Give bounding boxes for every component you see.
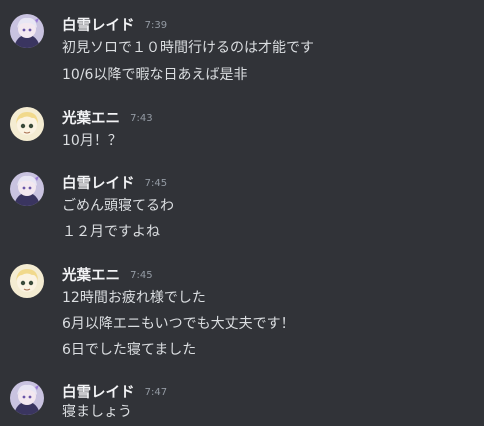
message-header: 光葉エニ 7:43 (62, 107, 153, 127)
message-header: 白雪レイド 7:45 (62, 172, 167, 192)
avatar[interactable] (10, 107, 44, 141)
timestamp[interactable]: 7:45 (145, 178, 167, 189)
timestamp[interactable]: 7:47 (145, 387, 167, 398)
avatar[interactable] (10, 172, 44, 206)
timestamp[interactable]: 7:39 (145, 20, 167, 31)
timestamp[interactable]: 7:45 (130, 270, 152, 281)
blonde-cream-avatar-icon (10, 107, 44, 141)
message-text: 初見ソロで１０時間行けるのは才能です (62, 40, 314, 56)
message-text: 6日でした寝てました (62, 342, 197, 358)
message-text: 10/6以降で暇な日あえば是非 (62, 67, 248, 83)
message-header: 白雪レイド 7:39 (62, 14, 167, 34)
avatar[interactable] (10, 381, 44, 415)
message-header: 光葉エニ 7:45 (62, 264, 153, 284)
username[interactable]: 白雪レイド (62, 385, 135, 401)
message-text: 寝ましょう (62, 404, 132, 420)
message-text: ごめん頭寝てるわ (62, 198, 174, 214)
white-haired-purple-avatar-icon (10, 14, 44, 48)
message-text: 6月以降エニもいつでも大丈夫です！ (62, 316, 295, 332)
avatar[interactable] (10, 14, 44, 48)
username[interactable]: 光葉エニ (62, 111, 120, 127)
white-haired-purple-avatar-icon (10, 381, 44, 415)
avatar[interactable] (10, 264, 44, 298)
timestamp[interactable]: 7:43 (130, 113, 152, 124)
message-text: 10月！？ (62, 133, 122, 149)
username[interactable]: 白雪レイド (62, 18, 135, 34)
blonde-cream-avatar-icon (10, 264, 44, 298)
username[interactable]: 白雪レイド (62, 176, 135, 192)
white-haired-purple-avatar-icon (10, 172, 44, 206)
message-text: １２月ですよね (62, 224, 160, 240)
username[interactable]: 光葉エニ (62, 268, 120, 284)
message-text: 12時間お疲れ様でした (62, 290, 206, 306)
message-header: 白雪レイド 7:47 (62, 381, 167, 401)
